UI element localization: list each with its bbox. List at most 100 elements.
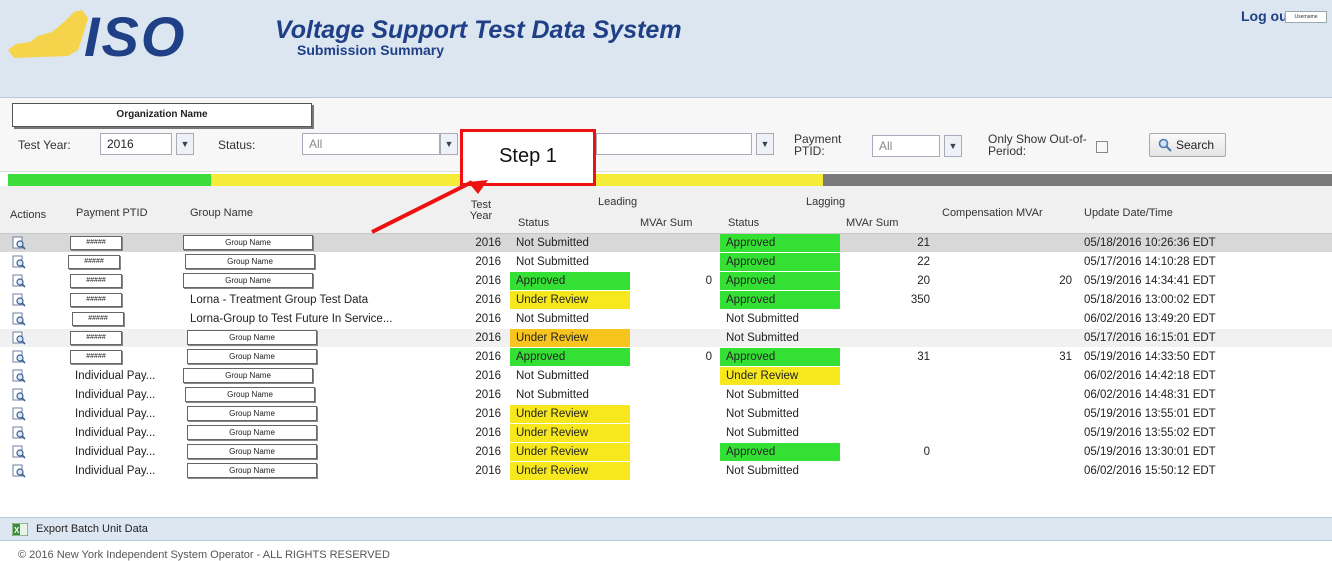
view-details-icon[interactable] — [12, 236, 26, 250]
col-actions[interactable]: Actions — [10, 209, 46, 221]
table-row[interactable]: ##### Group Name 2016 Approved 0 Approved 31 31… — [0, 348, 1332, 367]
compensation-cell — [940, 367, 1072, 385]
table-row[interactable]: Individual Pay... Group Name 2016 Under Rev… — [0, 424, 1332, 443]
payment-ptid-cell: ##### — [70, 236, 122, 250]
copyright-text: © 2016 New York Independent System Opera… — [18, 549, 390, 561]
lagging-mvar-cell: 20 — [917, 275, 930, 287]
chevron-down-icon[interactable]: ▼ — [176, 133, 194, 155]
leading-mvar-cell — [630, 234, 712, 252]
col-lagging-status[interactable]: Status — [728, 217, 759, 229]
chevron-down-icon[interactable]: ▼ — [756, 133, 774, 155]
lagging-mvar-cell — [850, 329, 930, 347]
update-datetime-cell: 06/02/2016 13:49:20 EDT — [1084, 313, 1216, 325]
view-details-icon[interactable] — [12, 293, 26, 307]
page-subtitle: Submission Summary — [297, 42, 445, 58]
leading-status-cell: Under Review — [510, 405, 630, 423]
search-button[interactable]: Search — [1149, 133, 1226, 157]
test-year-cell: 2016 — [475, 313, 501, 325]
group-name-cell: Group Name — [183, 235, 313, 250]
payment-ptid-cell: Individual Pay... — [75, 427, 156, 439]
table-row[interactable]: Individual Pay... Group Name 2016 Under Rev… — [0, 462, 1332, 481]
nyiso-logo: ISO — [8, 10, 186, 60]
payment-ptid-cell: ##### — [72, 312, 124, 326]
payment-ptid-cell: Individual Pay... — [75, 370, 156, 382]
table-row[interactable]: Individual Pay... Group Name 2016 Under Rev… — [0, 443, 1332, 462]
chevron-down-icon[interactable]: ▼ — [440, 133, 458, 155]
view-details-icon[interactable] — [12, 388, 26, 402]
status-select[interactable]: All — [302, 133, 440, 155]
lagging-mvar-cell: 22 — [917, 256, 930, 268]
group-name-cell: Group Name — [187, 444, 317, 459]
group-name-cell: Group Name — [187, 349, 317, 364]
logo-text: ISO — [84, 10, 186, 60]
table-row[interactable]: ##### Group Name 2016 Not Submitted Approved… — [0, 253, 1332, 272]
test-year-label: Test Year: — [18, 138, 71, 152]
lagging-status-cell: Not Submitted — [726, 465, 799, 477]
organization-name: Organization Name — [12, 103, 312, 127]
leading-status-cell: Under Review — [510, 329, 630, 347]
excel-icon[interactable]: X — [12, 523, 28, 536]
col-compensation[interactable]: Compensation MVAr — [942, 207, 1043, 219]
table-row[interactable]: ##### Group Name 2016 Not Submitted Approved… — [0, 234, 1332, 253]
view-details-icon[interactable] — [12, 426, 26, 440]
view-details-icon[interactable] — [12, 464, 26, 478]
compensation-cell — [940, 234, 1072, 252]
payment-ptid-cell: Individual Pay... — [75, 446, 156, 458]
col-update[interactable]: Update Date/Time — [1084, 207, 1173, 219]
view-details-icon[interactable] — [12, 255, 26, 269]
lagging-mvar-cell: 0 — [923, 446, 930, 458]
view-details-icon[interactable] — [12, 331, 26, 345]
view-details-icon[interactable] — [12, 407, 26, 421]
compensation-cell — [940, 424, 1072, 442]
table-row[interactable]: ##### Lorna - Treatment Group Test Data 20… — [0, 291, 1332, 310]
update-datetime-cell: 05/19/2016 13:55:02 EDT — [1084, 427, 1216, 439]
col-leading-status[interactable]: Status — [518, 217, 549, 229]
group-name-cell: Lorna-Group to Test Future In Service... — [190, 313, 393, 325]
view-details-icon[interactable] — [12, 312, 26, 326]
export-bar: X Export Batch Unit Data — [0, 517, 1332, 541]
lagging-status-cell: Approved — [720, 272, 840, 290]
lagging-status-cell: Not Submitted — [726, 389, 799, 401]
col-leading-mvar[interactable]: MVAr Sum — [640, 217, 692, 229]
update-datetime-cell: 05/17/2016 14:10:28 EDT — [1084, 256, 1216, 268]
payment-ptid-label: Payment PTID: — [794, 132, 842, 158]
table-row[interactable]: ##### Lorna-Group to Test Future In Servi… — [0, 310, 1332, 329]
search-button-label: Search — [1176, 138, 1215, 152]
table-row[interactable]: Individual Pay... Group Name 2016 Under Rev… — [0, 405, 1332, 424]
update-datetime-cell: 05/18/2016 10:26:36 EDT — [1084, 237, 1216, 249]
svg-text:X: X — [14, 526, 20, 535]
test-year-select[interactable]: 2016 — [100, 133, 172, 155]
table-row[interactable]: ##### Group Name 2016 Under Review Not Submi… — [0, 329, 1332, 348]
payment-ptid-cell: ##### — [68, 255, 120, 269]
lagging-status-cell: Approved — [720, 234, 840, 252]
col-lagging-mvar[interactable]: MVAr Sum — [846, 217, 898, 229]
compensation-cell — [940, 291, 1072, 309]
app-header: ISO Voltage Support Test Data System Sub… — [0, 0, 1332, 98]
leading-status-cell: Under Review — [510, 462, 630, 480]
lagging-status-cell: Not Submitted — [726, 427, 799, 439]
test-year-cell: 2016 — [475, 389, 501, 401]
col-payment-ptid[interactable]: Payment PTID — [76, 207, 148, 219]
out-of-period-checkbox[interactable] — [1096, 141, 1108, 153]
view-details-icon[interactable] — [12, 350, 26, 364]
col-group-name[interactable]: Group Name — [190, 207, 253, 219]
view-details-icon[interactable] — [12, 369, 26, 383]
test-year-cell: 2016 — [475, 275, 501, 287]
filter-select-hidden[interactable] — [596, 133, 752, 155]
view-details-icon[interactable] — [12, 445, 26, 459]
table-row[interactable]: Individual Pay... Group Name 2016 Not Submi… — [0, 386, 1332, 405]
leading-status-cell: Not Submitted — [516, 237, 589, 249]
lagging-status-cell: Not Submitted — [726, 332, 799, 344]
test-year-cell: 2016 — [475, 427, 501, 439]
test-year-cell: 2016 — [475, 351, 501, 363]
username-badge: Username — [1285, 11, 1327, 23]
leading-status-cell: Not Submitted — [516, 370, 589, 382]
table-row[interactable]: Individual Pay... Group Name 2016 Not Submi… — [0, 367, 1332, 386]
chevron-down-icon[interactable]: ▼ — [944, 135, 962, 157]
payment-ptid-select[interactable]: All — [872, 135, 940, 157]
table-row[interactable]: ##### Group Name 2016 Approved 0 Approved 20 20… — [0, 272, 1332, 291]
group-name-cell: Group Name — [185, 254, 315, 269]
view-details-icon[interactable] — [12, 274, 26, 288]
export-batch-link[interactable]: Export Batch Unit Data — [36, 523, 148, 535]
compensation-cell — [940, 405, 1072, 423]
